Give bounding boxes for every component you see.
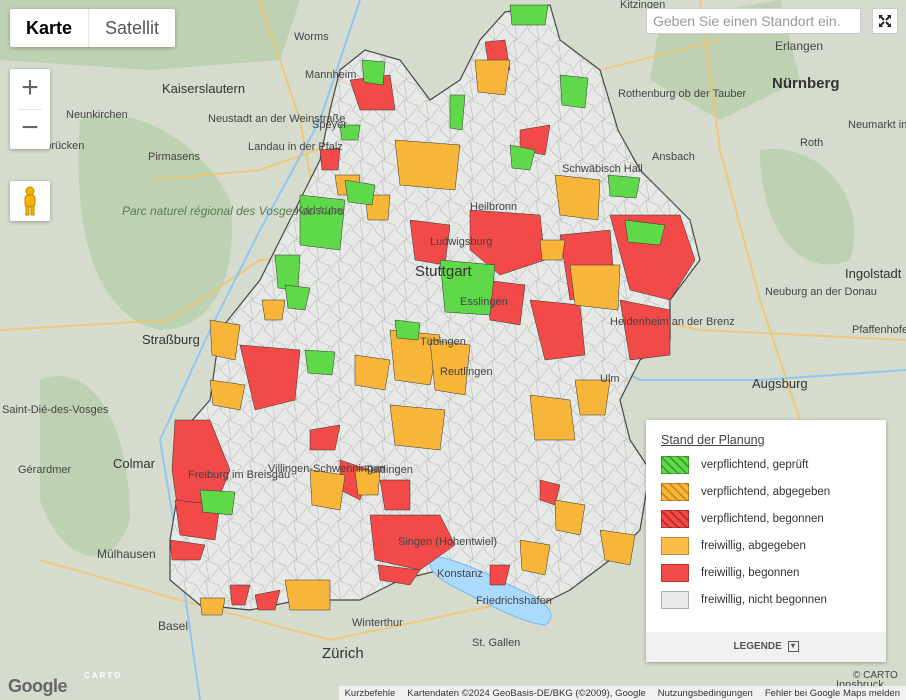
place-label: Pirmasens <box>148 151 200 163</box>
place-label: Ulm <box>600 373 620 385</box>
place-label: Basel <box>158 619 188 633</box>
place-label: Neumarkt in der Oberpfalz <box>848 119 906 131</box>
pegman-icon <box>24 186 36 216</box>
collapse-icon: ▾ <box>787 640 799 652</box>
swatch-freiwillig-abgegeben <box>661 537 689 555</box>
place-label: Colmar <box>113 456 156 471</box>
place-label: Zürich <box>322 645 364 662</box>
swatch-freiwillig-nicht-begonnen <box>661 591 689 609</box>
legend-item: verpflichtend, abgegeben <box>661 481 830 503</box>
place-label: Esslingen <box>460 296 508 308</box>
map-type-satellite-button[interactable]: Satellit <box>89 9 175 47</box>
legend-label: verpflichtend, geprüft <box>701 459 809 471</box>
place-label: Schwäbisch Hall <box>562 163 643 175</box>
place-label: Nürnberg <box>772 75 840 92</box>
swatch-verpflichtend-abgegeben <box>661 483 689 501</box>
legend-footer-label: LEGENDE <box>733 641 782 652</box>
place-label: Mannheim <box>305 69 356 81</box>
place-label: Ludwigsburg <box>430 236 492 248</box>
legend-item: freiwillig, abgegeben <box>661 535 806 557</box>
place-label: Parc naturel régional des Vosges du Nord <box>122 204 345 218</box>
place-label: Gérardmer <box>18 464 72 476</box>
place-label: Ingolstadt <box>845 266 902 281</box>
keyboard-shortcuts-link[interactable]: Kurzbefehle <box>339 688 402 699</box>
place-label: Winterthur <box>352 617 403 629</box>
legend-item: freiwillig, nicht begonnen <box>661 589 827 611</box>
swatch-verpflichtend-begonnen <box>661 510 689 528</box>
zoom-control: + − <box>10 69 50 149</box>
place-label: Straßburg <box>142 332 200 347</box>
zoom-out-button[interactable]: − <box>10 109 50 149</box>
map-legend: Stand der Planung verpflichtend, geprüft… <box>646 420 886 662</box>
map-type-map-button[interactable]: Karte <box>10 9 90 47</box>
legend-item: verpflichtend, geprüft <box>661 454 808 476</box>
zoom-divider <box>18 109 42 110</box>
place-label: Pfaffenhofen an der Ilm <box>852 324 906 336</box>
fullscreen-icon <box>879 15 891 27</box>
google-logo[interactable]: Google <box>8 676 68 697</box>
carto-attribution: © CARTO <box>853 670 898 681</box>
report-error-link[interactable]: Fehler bei Google Maps melden <box>759 688 906 699</box>
map-data-attribution: Kartendaten ©2024 GeoBasis-DE/BKG (©2009… <box>407 687 646 699</box>
swatch-verpflichtend-geprueft <box>661 456 689 474</box>
place-label: Tübingen <box>420 336 466 348</box>
place-label: Konstanz <box>437 568 483 580</box>
attribution-bar: Kurzbefehle Kartendaten ©2024 GeoBasis-D… <box>338 686 906 700</box>
place-label: Stuttgart <box>415 263 473 280</box>
street-view-pegman-button[interactable] <box>10 181 50 221</box>
legend-label: freiwillig, abgegeben <box>701 540 806 552</box>
legend-label: freiwillig, nicht begonnen <box>701 594 827 606</box>
google-logo-text: Google <box>8 676 68 696</box>
swatch-freiwillig-begonnen <box>661 564 689 582</box>
place-label: Rothenburg ob der Tauber <box>618 88 747 100</box>
place-label: Ansbach <box>652 151 695 163</box>
legend-label: freiwillig, begonnen <box>701 567 800 579</box>
legend-toggle-button[interactable]: LEGENDE ▾ <box>646 632 886 662</box>
legend-item: freiwillig, begonnen <box>661 562 799 584</box>
place-label: Kaiserslautern <box>162 81 245 96</box>
place-label: Singen (Hohentwiel) <box>398 536 497 548</box>
place-label: Roth <box>800 137 823 149</box>
place-label: Neunkirchen <box>66 109 128 121</box>
place-label: Heidenheim an der Brenz <box>610 316 735 328</box>
fullscreen-button[interactable] <box>872 8 898 34</box>
place-label: Mülhausen <box>97 547 156 561</box>
place-label: Worms <box>294 31 329 43</box>
legend-title: Stand der Planung <box>661 433 765 447</box>
place-label: Heilbronn <box>470 201 517 213</box>
location-search-input[interactable] <box>646 8 861 34</box>
zoom-in-button[interactable]: + <box>10 69 50 109</box>
map-type-control: Karte Satellit <box>10 9 176 47</box>
carto-logo: CARTO <box>84 671 123 680</box>
place-label: Reutlingen <box>440 366 493 378</box>
terms-link[interactable]: Nutzungsbedingungen <box>652 688 759 699</box>
place-label: Tuttlingen <box>365 464 413 476</box>
place-label: Erlangen <box>775 39 823 53</box>
place-label: Landau in der Pfalz <box>248 141 343 153</box>
place-label: Saint-Dié-des-Vosges <box>2 404 109 416</box>
place-label: Speyer <box>312 119 347 131</box>
place-label: St. Gallen <box>472 637 520 649</box>
legend-item: verpflichtend, begonnen <box>661 508 824 530</box>
place-label: Augsburg <box>752 376 808 391</box>
place-label: Friedrichshafen <box>476 595 552 607</box>
legend-label: verpflichtend, abgegeben <box>701 486 831 498</box>
legend-label: verpflichtend, begonnen <box>701 513 824 525</box>
place-label: Neuburg an der Donau <box>765 286 877 298</box>
